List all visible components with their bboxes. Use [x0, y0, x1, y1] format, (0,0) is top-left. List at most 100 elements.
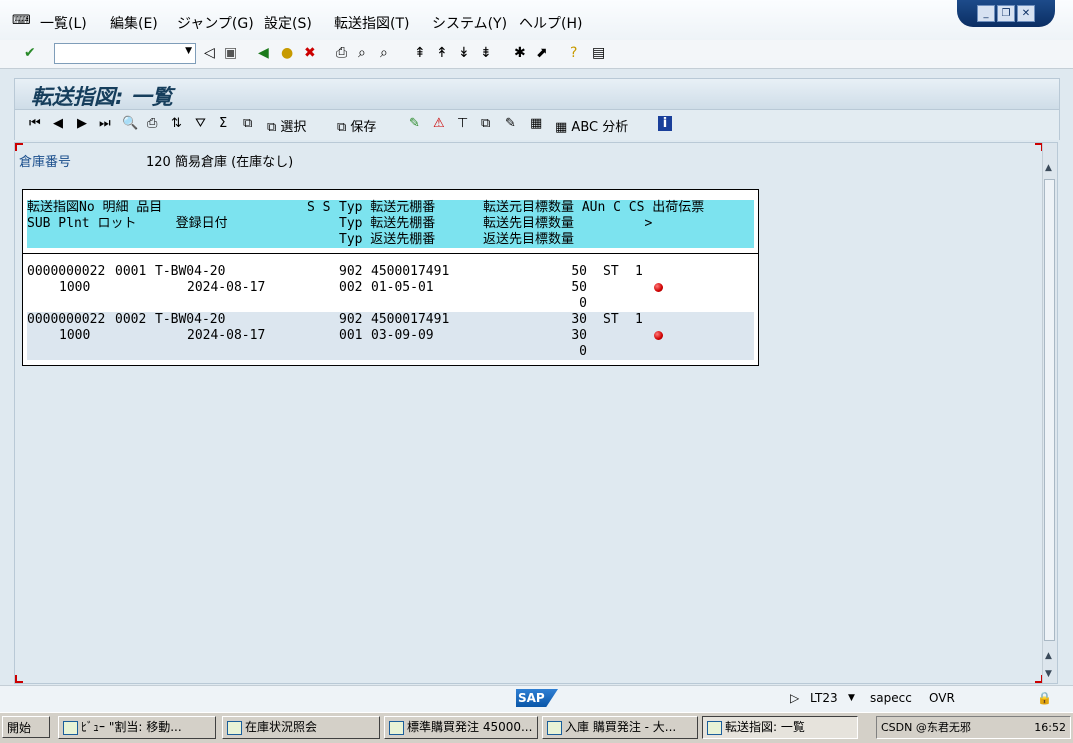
close-icon[interactable]: ✕: [1017, 5, 1035, 22]
scroll-up-icon[interactable]: ▲: [1045, 163, 1052, 173]
save-disk-icon[interactable]: ▣: [224, 44, 237, 62]
screen-title-bar: 転送指図: 一覧: [14, 78, 1060, 110]
print-list-icon[interactable]: ⎙: [147, 116, 157, 131]
start-button[interactable]: 開始: [2, 716, 50, 738]
save-label: 保存: [350, 120, 377, 135]
next-page-icon[interactable]: ↡: [458, 44, 470, 62]
first-page-icon[interactable]: ⇞: [414, 44, 426, 62]
calculator-icon[interactable]: ▦: [530, 116, 542, 131]
transfer-order-list: 転送指図No 明細 品目 S S Typ 転送元棚番 転送元目標数量 AUn C…: [22, 189, 759, 366]
sum-icon[interactable]: Σ: [219, 116, 227, 131]
menu-settings[interactable]: 設定(S): [264, 13, 312, 33]
abc-analysis-button[interactable]: ▦ ABC 分析: [555, 116, 628, 135]
system-tray: CSDN @东君无邪 16:52: [876, 716, 1071, 739]
window-icon: [389, 721, 404, 735]
edit-icon[interactable]: ✎: [505, 116, 516, 131]
print-icon[interactable]: ⎙: [336, 44, 347, 62]
scrollbar-thumb[interactable]: [1044, 179, 1055, 641]
customize-layout-icon[interactable]: ▤: [592, 44, 605, 62]
start-label: 開始: [7, 721, 32, 735]
window-icon: [63, 721, 78, 735]
tray-text: CSDN @东君无邪: [881, 721, 971, 734]
shortcut-icon[interactable]: ⬈: [536, 44, 548, 62]
table-row[interactable]: 0000000022 0001 T-BW04-20 902 4500017491…: [27, 264, 754, 280]
table-row[interactable]: 0: [27, 296, 754, 312]
clock: 16:52: [1034, 721, 1066, 734]
last-item-icon[interactable]: ⏭: [99, 116, 111, 131]
window-controls: _ ❐ ✕: [957, 0, 1055, 27]
status-bar: SAP ▷ LT23 ▼ sapecc OVR 🔒: [0, 685, 1073, 712]
lock-icon: 🔒: [1037, 691, 1052, 705]
system-name: sapecc: [870, 691, 912, 705]
subtotal-icon[interactable]: ⧉: [243, 116, 252, 131]
menu-help[interactable]: ヘルプ(H): [519, 13, 582, 33]
exit-icon[interactable]: ●: [281, 44, 293, 62]
confirm-icon[interactable]: ✎: [409, 116, 420, 131]
vertical-scrollbar[interactable]: ▲ ▲ ▼: [1042, 143, 1057, 683]
restore-icon[interactable]: ❐: [997, 5, 1015, 22]
taskbar-item[interactable]: 在庫状況照会: [222, 716, 380, 739]
scroll-up-icon[interactable]: ▲: [1045, 651, 1052, 661]
menu-system[interactable]: システム(Y): [432, 13, 507, 33]
abc-analysis-label: ABC 分析: [571, 120, 629, 135]
table-row[interactable]: 1000 2024-08-17 001 03-09-09 30: [27, 328, 754, 344]
scroll-down-icon[interactable]: ▼: [1045, 669, 1052, 679]
table-row[interactable]: 0: [27, 344, 754, 360]
screen-title: 転送指図: 一覧: [31, 85, 173, 109]
application-toolbar: ⏮ ◀ ▶ ⏭ 🔍 ⎙ ⇅ ⛛ Σ ⧉ ⧉ 選択 ⧉ 保存 ✎ ⚠ ⊤ ⧉ ✎ …: [14, 110, 1060, 140]
select-label: 選択: [280, 120, 307, 135]
taskbar-item[interactable]: ﾋﾞｭｰ "割当: 移動...: [58, 716, 216, 739]
list-header-row: 転送指図No 明細 品目 S S Typ 転送元棚番 転送元目標数量 AUn C…: [27, 200, 754, 216]
find-icon[interactable]: ⌕: [358, 44, 366, 62]
menu-bar: ⌨ 一覧(L) 編集(E) ジャンプ(G) 設定(S) 転送指図(T) システム…: [0, 0, 1073, 41]
save-button[interactable]: ⧉ 保存: [337, 116, 376, 135]
menu-transfer-order[interactable]: 転送指図(T): [334, 13, 409, 33]
list-header-row: Typ 返送先棚番 返送先目標数量: [27, 232, 754, 248]
table-row[interactable]: 0000000022 0002 T-BW04-20 902 4500017491…: [27, 312, 754, 328]
work-area: 倉庫番号 120 簡易倉庫 (在庫なし) 転送指図No 明細 品目 S S Ty…: [14, 142, 1058, 684]
back-triangle-icon[interactable]: ◁: [204, 44, 215, 62]
menu-list[interactable]: 一覧(L): [40, 13, 87, 33]
list-header-row: SUB Plnt ロット 登録日付 Typ 転送先棚番 転送先目標数量 >: [27, 216, 754, 232]
back-icon[interactable]: ◀: [258, 44, 269, 62]
enter-icon[interactable]: ✔: [24, 44, 36, 62]
menu-goto[interactable]: ジャンプ(G): [177, 13, 254, 33]
status-red-icon[interactable]: [654, 331, 663, 340]
window-icon: [547, 721, 562, 735]
status-expand-icon[interactable]: ▷: [790, 691, 799, 705]
info-icon[interactable]: i: [658, 116, 672, 131]
warehouse-value: 120 簡易倉庫 (在庫なし): [146, 155, 294, 170]
chevron-down-icon[interactable]: ▼: [848, 693, 855, 703]
select-button[interactable]: ⧉ 選択: [267, 116, 306, 135]
next-item-icon[interactable]: ▶: [77, 116, 87, 131]
menu-edit[interactable]: 編集(E): [110, 13, 158, 33]
previous-item-icon[interactable]: ◀: [53, 116, 63, 131]
header-icon[interactable]: ⊤: [457, 116, 468, 131]
minimize-icon[interactable]: _: [977, 5, 995, 22]
warning-icon[interactable]: ⚠: [433, 116, 445, 131]
previous-page-icon[interactable]: ↟: [436, 44, 448, 62]
window-icon: [707, 721, 722, 735]
help-icon[interactable]: ?: [570, 44, 577, 62]
taskbar: 開始 ﾋﾞｭｰ "割当: 移動... 在庫状況照会 標準購買発注 45000..…: [0, 712, 1073, 743]
sort-icon[interactable]: ⇅: [171, 116, 182, 131]
taskbar-item[interactable]: 標準購買発注 45000...: [384, 716, 538, 739]
cancel-icon[interactable]: ✖: [304, 44, 316, 62]
sap-logo: SAP: [516, 689, 558, 707]
copy-icon[interactable]: ⧉: [481, 116, 490, 131]
status-red-icon[interactable]: [654, 283, 663, 292]
transaction-code: LT23: [810, 691, 838, 705]
taskbar-item-active[interactable]: 転送指図: 一覧: [702, 716, 858, 739]
last-page-icon[interactable]: ⇟: [480, 44, 492, 62]
find-next-icon[interactable]: ⌕: [380, 44, 388, 62]
window-icon: [227, 721, 242, 735]
menu-window-icon[interactable]: ⌨: [12, 13, 31, 28]
filter-icon[interactable]: ⛛: [195, 116, 206, 131]
first-item-icon[interactable]: ⏮: [29, 116, 41, 131]
table-row[interactable]: 1000 2024-08-17 002 01-05-01 50: [27, 280, 754, 296]
taskbar-item[interactable]: 入庫 購買発注 - 大...: [542, 716, 698, 739]
command-field[interactable]: ▼: [54, 43, 196, 64]
detail-icon[interactable]: 🔍: [122, 116, 138, 131]
chevron-down-icon[interactable]: ▼: [185, 46, 192, 56]
new-session-icon[interactable]: ✱: [514, 44, 526, 62]
